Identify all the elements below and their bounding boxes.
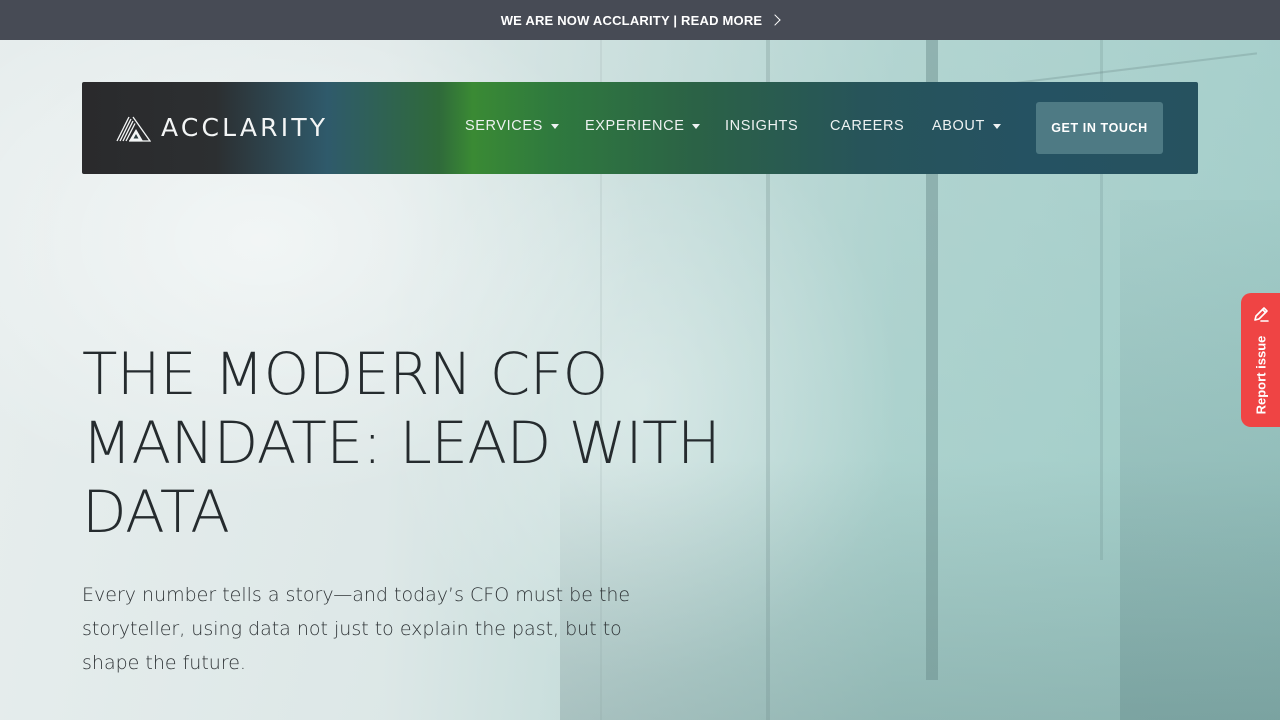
main-navbar: ACCLARITY SERVICES EXPERIENCE INSIGHTS C… xyxy=(82,82,1198,174)
acclarity-mountain-logo xyxy=(116,116,151,142)
get-in-touch-button[interactable]: GET IN TOUCH xyxy=(1036,102,1163,154)
nav-careers[interactable]: CAREERS xyxy=(830,118,904,134)
announcement-text[interactable]: WE ARE NOW ACCLARITY | READ MORE xyxy=(501,13,763,28)
nav-about-label: ABOUT xyxy=(932,118,985,134)
caret-down-icon xyxy=(692,123,701,129)
caret-down-icon xyxy=(992,123,1001,129)
announcement-bar[interactable]: WE ARE NOW ACCLARITY | READ MORE xyxy=(0,0,1280,40)
nav-careers-label: CAREERS xyxy=(830,118,905,134)
report-issue-tab[interactable]: Report issue xyxy=(1241,293,1280,427)
report-issue-label: Report issue xyxy=(1253,335,1268,415)
nav-services[interactable]: SERVICES xyxy=(465,118,559,134)
nav-experience[interactable]: EXPERIENCE xyxy=(585,118,701,134)
hero-title: THE MODERN CFO MANDATE: LEAD WITH DATA xyxy=(82,340,721,546)
hero-subtitle: Every number tells a story—and today’s C… xyxy=(82,584,631,674)
logo-text: ACCLARITY xyxy=(161,113,329,142)
chevron-right-icon xyxy=(769,14,781,26)
caret-down-icon xyxy=(550,123,559,129)
nav-insights[interactable]: INSIGHTS xyxy=(725,118,798,134)
logo[interactable]: ACCLARITY xyxy=(116,113,328,142)
nav-experience-label: EXPERIENCE xyxy=(585,118,685,134)
nav-services-label: SERVICES xyxy=(465,118,543,134)
nav-about[interactable]: ABOUT xyxy=(932,118,1001,134)
pencil-icon xyxy=(1254,307,1269,322)
nav-insights-label: INSIGHTS xyxy=(725,118,799,134)
